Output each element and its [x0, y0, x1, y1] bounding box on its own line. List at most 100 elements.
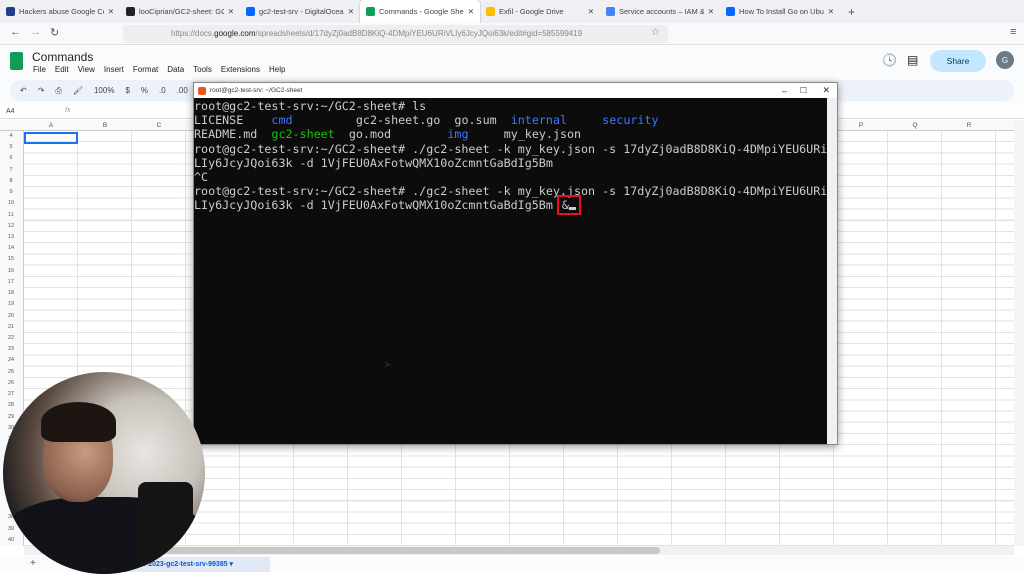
- dir: cmd: [271, 113, 293, 128]
- browser-tab[interactable]: Commands - Google Sheets ✕: [360, 0, 480, 23]
- row-header[interactable]: 12: [0, 223, 22, 229]
- prompt: root@gc2-test-srv:~/GC2-sheet#: [194, 184, 413, 199]
- maximize-icon[interactable]: ☐: [800, 86, 807, 95]
- reload-icon[interactable]: ↻: [50, 26, 59, 39]
- row-header[interactable]: 8: [0, 178, 22, 184]
- column-header[interactable]: P: [834, 122, 888, 129]
- menu-item[interactable]: Insert: [104, 65, 124, 74]
- row-header[interactable]: 23: [0, 346, 22, 352]
- close-tab-icon[interactable]: ✕: [348, 7, 354, 16]
- version-history-icon[interactable]: 🕓: [882, 53, 897, 67]
- paint-format-icon[interactable]: 🖌: [73, 86, 83, 95]
- document-title[interactable]: Commands: [32, 50, 93, 64]
- redo-icon[interactable]: ↷: [38, 86, 45, 95]
- interrupt: ^C: [194, 170, 209, 185]
- row-header[interactable]: 28: [0, 402, 22, 408]
- close-tab-icon[interactable]: ✕: [588, 7, 594, 16]
- row-header[interactable]: 6: [0, 155, 22, 161]
- row-header[interactable]: 27: [0, 391, 22, 397]
- menu-item[interactable]: Format: [133, 65, 158, 74]
- row-header[interactable]: 7: [0, 167, 22, 173]
- name-box[interactable]: A4: [6, 108, 15, 115]
- row-header[interactable]: 9: [0, 189, 22, 195]
- row-header[interactable]: 17: [0, 279, 22, 285]
- terminal-output[interactable]: root@gc2-test-srv:~/GC2-sheet# ls LICENS…: [194, 98, 834, 444]
- dir: security: [602, 113, 659, 128]
- menu-icon[interactable]: ≡: [1010, 26, 1016, 38]
- menu-item[interactable]: File: [33, 65, 46, 74]
- address-bar[interactable]: https://docs.google.com/spreadsheets/d/1…: [123, 25, 668, 43]
- menu-item[interactable]: Data: [167, 65, 184, 74]
- browser-tab[interactable]: Exfil - Google Drive ✕: [480, 0, 600, 23]
- avatar[interactable]: G: [996, 51, 1014, 69]
- terminal-scrollbar[interactable]: [827, 98, 837, 444]
- row-header[interactable]: 5: [0, 144, 22, 150]
- browser-tab[interactable]: How To Install Go on Ubuntu 2 ✕: [720, 0, 840, 23]
- menu-item[interactable]: Tools: [193, 65, 212, 74]
- decrease-decimal-button[interactable]: .0: [159, 86, 166, 95]
- row-header[interactable]: 15: [0, 256, 22, 262]
- currency-button[interactable]: $: [125, 86, 129, 95]
- webcam-person-hair: [41, 402, 116, 442]
- row-header[interactable]: 10: [0, 200, 22, 206]
- menu-item[interactable]: Extensions: [221, 65, 260, 74]
- close-tab-icon[interactable]: ✕: [708, 7, 714, 16]
- row-header[interactable]: 18: [0, 290, 22, 296]
- row-header[interactable]: 19: [0, 301, 22, 307]
- share-button[interactable]: Share: [930, 50, 986, 72]
- comments-icon[interactable]: ▤: [907, 53, 918, 67]
- column-header[interactable]: R: [942, 122, 996, 129]
- row-header[interactable]: 24: [0, 357, 22, 363]
- percent-button[interactable]: %: [141, 86, 148, 95]
- tab-title: Commands - Google Sheets: [379, 7, 464, 16]
- background-operator: &: [561, 198, 569, 213]
- tab-title: looCiprian/GC2-sheet: GC2 is a: [139, 7, 224, 16]
- row-header[interactable]: 21: [0, 324, 22, 330]
- vertical-scrollbar[interactable]: [1014, 120, 1024, 546]
- row-header[interactable]: 25: [0, 369, 22, 375]
- bookmark-star-icon[interactable]: ☆: [651, 27, 660, 38]
- browser-tab[interactable]: Service accounts – IAM & Adm ✕: [600, 0, 720, 23]
- terminal-window[interactable]: root@gc2-test-srv: ~/GC2-sheet – ☐ ✕ roo…: [193, 82, 838, 445]
- column-header[interactable]: Q: [888, 122, 942, 129]
- dir: internal: [510, 113, 568, 128]
- menu-item[interactable]: Edit: [55, 65, 69, 74]
- close-tab-icon[interactable]: ✕: [468, 7, 474, 16]
- column-header[interactable]: C: [132, 122, 186, 129]
- selected-cell-a4[interactable]: [24, 132, 78, 144]
- print-icon[interactable]: ⎙: [55, 86, 61, 96]
- increase-decimal-button[interactable]: .00: [177, 86, 188, 95]
- column-header[interactable]: A: [24, 122, 78, 129]
- row-header[interactable]: 4: [0, 133, 22, 139]
- tab-title: gc2-test-srv - DigitalOcean: [259, 7, 344, 16]
- row-header[interactable]: 13: [0, 234, 22, 240]
- close-tab-icon[interactable]: ✕: [828, 7, 834, 16]
- new-tab-icon[interactable]: +: [840, 5, 863, 19]
- row-header[interactable]: 11: [0, 212, 22, 218]
- row-header[interactable]: 20: [0, 313, 22, 319]
- menu-item[interactable]: View: [78, 65, 95, 74]
- terminal-titlebar[interactable]: root@gc2-test-srv: ~/GC2-sheet – ☐ ✕: [194, 83, 837, 98]
- column-header[interactable]: B: [78, 122, 132, 129]
- terminal-title: root@gc2-test-srv: ~/GC2-sheet: [210, 87, 303, 94]
- close-icon[interactable]: ✕: [822, 85, 830, 96]
- tab-title: Exfil - Google Drive: [499, 7, 564, 16]
- browser-tab[interactable]: Hackers abuse Google Comma ✕: [0, 0, 120, 23]
- minimize-icon[interactable]: –: [782, 86, 787, 96]
- undo-icon[interactable]: ↶: [20, 86, 27, 95]
- back-icon[interactable]: ←: [10, 26, 21, 38]
- menu-item[interactable]: Help: [269, 65, 285, 74]
- browser-tab[interactable]: looCiprian/GC2-sheet: GC2 is a ✕: [120, 0, 240, 23]
- browser-tab[interactable]: gc2-test-srv - DigitalOcean ✕: [240, 0, 360, 23]
- zoom-select[interactable]: 100%: [94, 86, 114, 95]
- row-header[interactable]: 22: [0, 335, 22, 341]
- tab-favicon-icon: [366, 7, 375, 16]
- close-tab-icon[interactable]: ✕: [108, 7, 114, 16]
- url-path: /spreadsheets/d/17dyZj0adB8D8KiQ-4DMpiYE…: [255, 29, 583, 38]
- close-tab-icon[interactable]: ✕: [228, 7, 234, 16]
- forward-icon[interactable]: →: [30, 26, 41, 38]
- row-header[interactable]: 16: [0, 268, 22, 274]
- row-header[interactable]: 26: [0, 380, 22, 386]
- dir: img: [447, 127, 469, 142]
- row-header[interactable]: 14: [0, 245, 22, 251]
